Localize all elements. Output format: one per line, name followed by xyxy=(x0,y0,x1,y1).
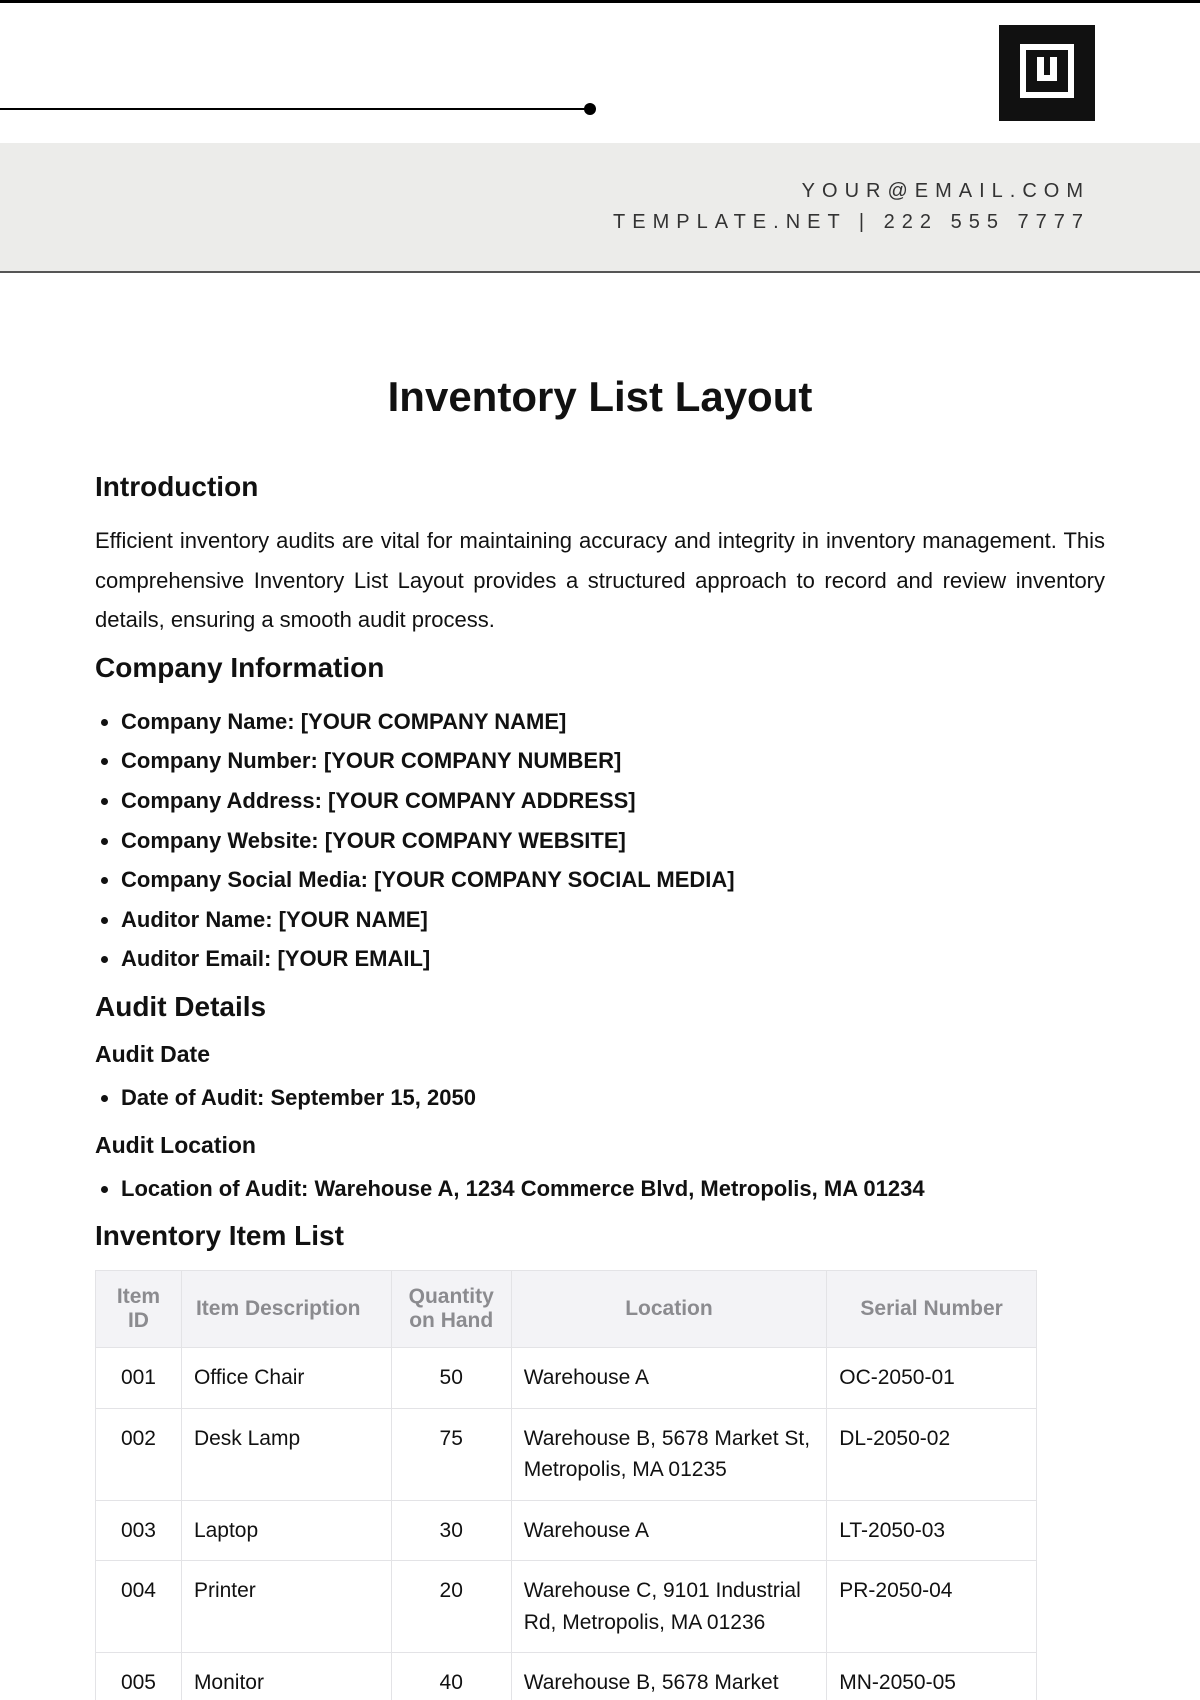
section-intro-heading: Introduction xyxy=(95,471,1105,503)
list-item: Company Number: [YOUR COMPANY NUMBER] xyxy=(121,741,1105,781)
cell-description: Monitor xyxy=(181,1653,391,1700)
intro-paragraph: Efficient inventory audits are vital for… xyxy=(95,521,1105,640)
table-row: 001 Office Chair 50 Warehouse A OC-2050-… xyxy=(96,1348,1037,1409)
document-page: YOUR@EMAIL.COM TEMPLATE.NET | 222 555 77… xyxy=(0,0,1200,1700)
section-inventory-heading: Inventory Item List xyxy=(95,1220,1105,1252)
page-title: Inventory List Layout xyxy=(95,373,1105,421)
cell-quantity: 75 xyxy=(391,1408,511,1500)
company-info-list: Company Name: [YOUR COMPANY NAME] Compan… xyxy=(95,702,1105,979)
cell-location: Warehouse A xyxy=(511,1348,827,1409)
brand-logo xyxy=(999,25,1095,121)
cell-item-id: 004 xyxy=(96,1561,182,1653)
list-item: Date of Audit: September 15, 2050 xyxy=(121,1078,1105,1118)
col-header-description: Item Description xyxy=(181,1271,391,1348)
col-header-quantity: Quantity on Hand xyxy=(391,1271,511,1348)
cell-serial: PR-2050-04 xyxy=(827,1561,1037,1653)
cell-serial: DL-2050-02 xyxy=(827,1408,1037,1500)
list-item: Auditor Email: [YOUR EMAIL] xyxy=(121,939,1105,979)
table-header-row: Item ID Item Description Quantity on Han… xyxy=(96,1271,1037,1348)
cell-quantity: 50 xyxy=(391,1348,511,1409)
col-header-item-id: Item ID xyxy=(96,1271,182,1348)
cell-description: Desk Lamp xyxy=(181,1408,391,1500)
cell-description: Office Chair xyxy=(181,1348,391,1409)
cell-item-id: 005 xyxy=(96,1653,182,1700)
cell-location: Warehouse C, 9101 Industrial Rd, Metropo… xyxy=(511,1561,827,1653)
table-row: 004 Printer 20 Warehouse C, 9101 Industr… xyxy=(96,1561,1037,1653)
section-company-heading: Company Information xyxy=(95,652,1105,684)
section-audit-heading: Audit Details xyxy=(95,991,1105,1023)
list-item: Company Website: [YOUR COMPANY WEBSITE] xyxy=(121,821,1105,861)
audit-date-list: Date of Audit: September 15, 2050 xyxy=(95,1078,1105,1118)
table-row: 005 Monitor 40 Warehouse B, 5678 Market … xyxy=(96,1653,1037,1700)
cell-item-id: 003 xyxy=(96,1500,182,1561)
cell-serial: OC-2050-01 xyxy=(827,1348,1037,1409)
logo-mark-icon xyxy=(1019,43,1075,104)
cell-item-id: 001 xyxy=(96,1348,182,1409)
cell-location: Warehouse B, 5678 Market St, Metropolis,… xyxy=(511,1408,827,1500)
audit-location-heading: Audit Location xyxy=(95,1132,1105,1159)
cell-serial: MN-2050-05 xyxy=(827,1653,1037,1700)
col-header-serial: Serial Number xyxy=(827,1271,1037,1348)
header-email: YOUR@EMAIL.COM xyxy=(802,180,1090,203)
cell-quantity: 30 xyxy=(391,1500,511,1561)
cell-description: Printer xyxy=(181,1561,391,1653)
cell-description: Laptop xyxy=(181,1500,391,1561)
audit-location-list: Location of Audit: Warehouse A, 1234 Com… xyxy=(95,1169,1105,1209)
cell-location: Warehouse B, 5678 Market xyxy=(511,1653,827,1700)
header-contact-band: YOUR@EMAIL.COM TEMPLATE.NET | 222 555 77… xyxy=(0,143,1200,273)
document-body: Inventory List Layout Introduction Effic… xyxy=(0,273,1200,1700)
cell-item-id: 002 xyxy=(96,1408,182,1500)
list-item: Company Name: [YOUR COMPANY NAME] xyxy=(121,702,1105,742)
cell-serial: LT-2050-03 xyxy=(827,1500,1037,1561)
cell-quantity: 40 xyxy=(391,1653,511,1700)
list-item: Auditor Name: [YOUR NAME] xyxy=(121,900,1105,940)
table-row: 003 Laptop 30 Warehouse A LT-2050-03 xyxy=(96,1500,1037,1561)
audit-date-heading: Audit Date xyxy=(95,1041,1105,1068)
list-item: Company Address: [YOUR COMPANY ADDRESS] xyxy=(121,781,1105,821)
col-header-location: Location xyxy=(511,1271,827,1348)
header-rule-line xyxy=(0,108,590,110)
list-item: Location of Audit: Warehouse A, 1234 Com… xyxy=(121,1169,1105,1209)
list-item: Company Social Media: [YOUR COMPANY SOCI… xyxy=(121,860,1105,900)
header-top xyxy=(0,3,1200,143)
inventory-table: Item ID Item Description Quantity on Han… xyxy=(95,1270,1037,1700)
cell-quantity: 20 xyxy=(391,1561,511,1653)
header-site-phone: TEMPLATE.NET | 222 555 7777 xyxy=(613,211,1090,234)
table-row: 002 Desk Lamp 75 Warehouse B, 5678 Marke… xyxy=(96,1408,1037,1500)
cell-location: Warehouse A xyxy=(511,1500,827,1561)
